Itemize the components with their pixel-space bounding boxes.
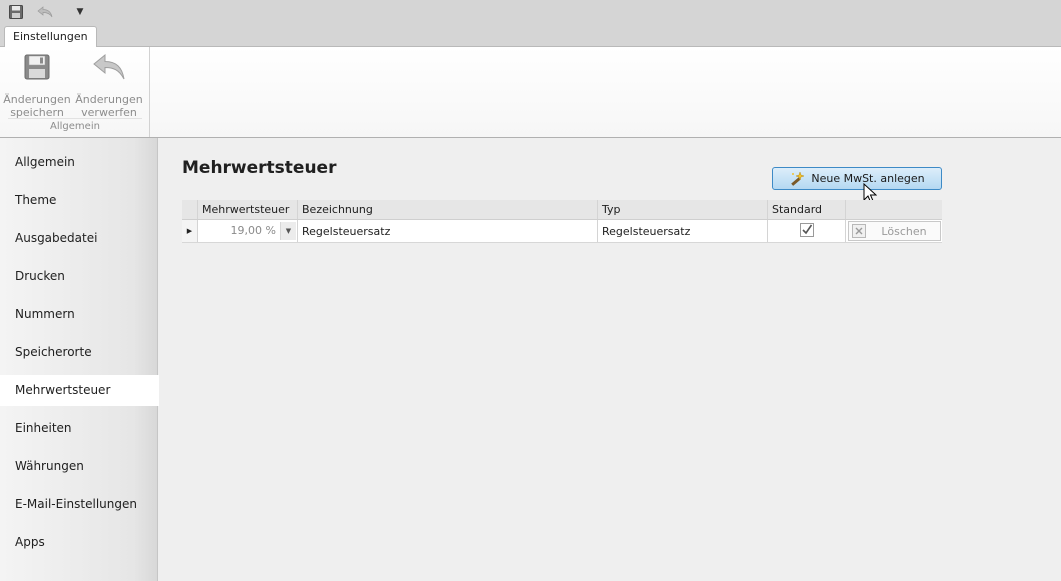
bezeichnung-cell[interactable]: Regelsteuersatz — [298, 220, 598, 242]
header-typ[interactable]: Typ — [598, 200, 768, 219]
quick-save-button[interactable] — [7, 3, 25, 21]
header-standard[interactable]: Standard — [768, 200, 846, 219]
delete-button-label: Löschen — [881, 224, 927, 238]
sidebar-item-nummern[interactable]: Nummern — [0, 299, 158, 330]
quick-access-toolbar: ▼ — [0, 0, 1061, 26]
ribbon-tab-strip: Einstellungen — [0, 26, 1061, 48]
grid-header: Mehrwertsteuer Bezeichnung Typ Standard — [182, 200, 942, 220]
sidebar-item-email-einstellungen[interactable]: E-Mail-Einstellungen — [0, 489, 158, 520]
dropdown-arrow-icon: ▼ — [76, 7, 84, 17]
tab-einstellungen[interactable]: Einstellungen — [4, 26, 97, 48]
discard-changes-label-line1: Änderungen — [75, 93, 143, 106]
quick-undo-button[interactable] — [35, 3, 55, 21]
delete-button[interactable]: Löschen — [848, 221, 941, 241]
wand-sparkle-icon — [791, 170, 806, 186]
sidebar-item-waehrungen[interactable]: Währungen — [0, 451, 158, 482]
row-indicator-icon: ▶ — [182, 220, 198, 242]
vat-rate-input[interactable]: 19,00 % — [202, 222, 280, 240]
sidebar-item-theme[interactable]: Theme — [0, 185, 158, 216]
sidebar-item-speicherorte[interactable]: Speicherorte — [0, 337, 158, 368]
new-vat-button[interactable]: Neue MwSt. anlegen — [772, 167, 942, 190]
floppy-disk-icon — [24, 54, 50, 80]
header-indicator-cell — [182, 200, 198, 219]
sidebar-item-einheiten[interactable]: Einheiten — [0, 413, 158, 444]
header-bezeichnung[interactable]: Bezeichnung — [298, 200, 598, 219]
ribbon-panel: Änderungen speichern Änderungen verwerfe… — [0, 47, 1061, 138]
discard-changes-button[interactable]: Änderungen verwerfen — [74, 51, 144, 119]
standard-checkbox[interactable] — [800, 223, 814, 237]
settings-sidebar: Allgemein Theme Ausgabedatei Drucken Num… — [0, 138, 159, 581]
ribbon-group-label: Allgemein — [50, 121, 100, 132]
vat-rate-dropdown[interactable]: ▼ — [280, 222, 296, 240]
floppy-disk-icon — [9, 5, 23, 19]
main-content: Mehrwertsteuer Neue MwSt. anlegen Mehrwe… — [159, 138, 1061, 581]
save-changes-button[interactable]: Änderungen speichern — [3, 51, 71, 119]
header-mehrwertsteuer[interactable]: Mehrwertsteuer — [198, 200, 298, 219]
sidebar-item-mehrwertsteuer[interactable]: Mehrwertsteuer — [0, 375, 159, 406]
header-actions — [846, 200, 942, 219]
typ-cell[interactable]: Regelsteuersatz — [598, 220, 768, 242]
undo-arrow-icon — [93, 53, 125, 80]
sidebar-item-apps[interactable]: Apps — [0, 527, 158, 558]
sidebar-item-drucken[interactable]: Drucken — [0, 261, 158, 292]
close-icon — [852, 224, 866, 238]
save-changes-label-line1: Änderungen — [3, 93, 71, 106]
customize-toolbar-dropdown[interactable]: ▼ — [72, 3, 88, 21]
chevron-down-icon: ▼ — [285, 227, 292, 235]
sidebar-item-allgemein[interactable]: Allgemein — [0, 147, 158, 178]
ribbon-group-allgemein: Änderungen speichern Änderungen verwerfe… — [0, 47, 150, 137]
table-row[interactable]: ▶ 19,00 % ▼ Regelsteuersatz Regelsteuers… — [182, 220, 942, 243]
vat-grid: Mehrwertsteuer Bezeichnung Typ Standard … — [182, 200, 942, 244]
group-divider — [8, 118, 142, 119]
page-title: Mehrwertsteuer — [182, 158, 337, 178]
sidebar-item-ausgabedatei[interactable]: Ausgabedatei — [0, 223, 158, 254]
undo-arrow-icon — [37, 6, 53, 18]
